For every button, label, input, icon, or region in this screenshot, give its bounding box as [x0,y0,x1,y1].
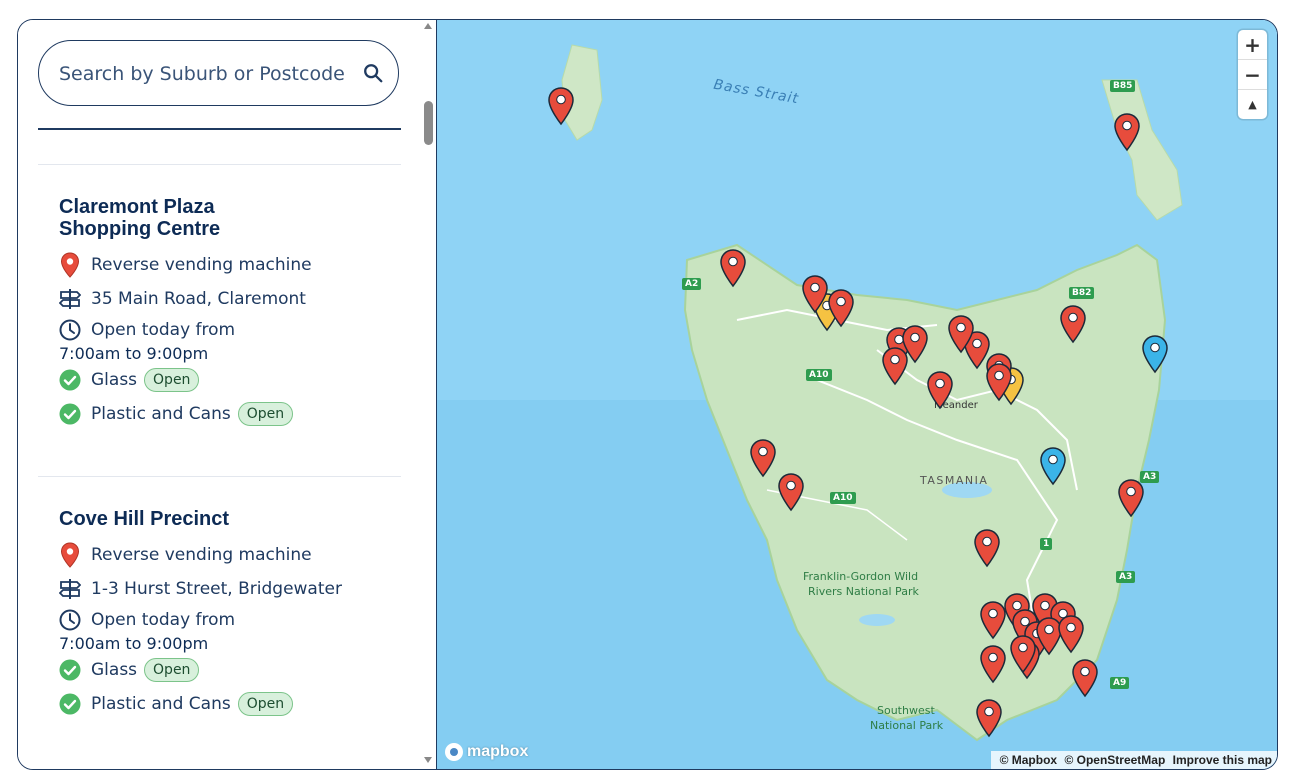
map-marker-icon[interactable] [1058,304,1088,344]
status-badge: Open [237,402,294,426]
signpost-icon [59,287,81,311]
road-shield: A10 [806,369,832,381]
material-row: Plastic and Cans Open [59,687,399,721]
search-icon[interactable] [362,62,384,84]
map-marker-icon[interactable] [1112,112,1142,152]
signpost-icon [59,577,81,601]
map[interactable]: Bass Strait TASMANIA Franklin-Gordon Wil… [437,20,1277,769]
map-marker-icon[interactable] [1038,446,1068,486]
map-marker-icon[interactable] [880,346,910,386]
status-badge: Open [144,658,200,682]
improve-map-link[interactable]: Improve this map [1173,753,1272,767]
hours-label: Open today from [91,320,236,340]
type-row: Reverse vending machine [59,248,399,282]
zoom-controls: + − ▲ [1238,30,1267,119]
zoom-out-button[interactable]: − [1238,60,1267,90]
map-marker-icon[interactable] [1140,334,1170,374]
machine-type: Reverse vending machine [91,545,312,565]
map-pin-icon [59,542,81,568]
map-marker-icon[interactable] [925,370,955,410]
check-circle-icon [59,692,81,716]
map-marker-icon[interactable] [1070,658,1100,698]
check-circle-icon [59,658,81,682]
road-shield: A10 [830,492,856,504]
app-frame: Claremont Plaza Shopping Centre Reverse … [17,19,1278,770]
clock-icon [59,608,81,632]
map-attribution: © Mapbox © OpenStreetMap Improve this ma… [990,751,1277,769]
road-shield: A9 [1110,677,1130,689]
scroll-down-arrow-icon[interactable] [424,757,432,763]
location-card[interactable]: Cove Hill Precinct Reverse vending machi… [59,508,399,721]
compass-button[interactable]: ▲ [1238,90,1267,119]
location-card[interactable]: Claremont Plaza Shopping Centre Reverse … [59,196,399,431]
address-row: 35 Main Road, Claremont [59,282,399,316]
hours-value: 7:00am to 9:00pm [59,344,209,363]
check-circle-icon [59,402,81,426]
type-row: Reverse vending machine [59,538,399,572]
list-divider [38,164,401,165]
scrollbar-thumb[interactable] [424,101,433,145]
road-shield: A3 [1116,571,1136,583]
scroll-up-arrow-icon[interactable] [424,23,432,29]
list-divider [38,476,401,477]
map-marker-icon[interactable] [946,314,976,354]
check-circle-icon [59,368,81,392]
map-marker-icon[interactable] [718,248,748,288]
status-badge: Open [237,692,294,716]
results-panel: Claremont Plaza Shopping Centre Reverse … [18,20,436,769]
machine-type: Reverse vending machine [91,255,312,275]
map-marker-icon[interactable] [984,362,1014,402]
clock-icon [59,318,81,342]
address: 1-3 Hurst Street, Bridgewater [91,579,342,599]
hours-row: Open today from [59,606,399,634]
map-marker-icon[interactable] [978,644,1008,684]
map-marker-icon[interactable] [1116,478,1146,518]
road-shield: A2 [682,278,702,290]
search-box[interactable] [38,40,399,106]
map-pin-icon [59,252,81,278]
map-label-park1-line1: Franklin-Gordon Wild [803,570,919,583]
material-label: Glass [91,660,138,680]
status-badge: Open [144,368,200,392]
road-shield: B82 [1069,287,1095,299]
map-marker-icon[interactable] [1008,634,1038,674]
material-row: Glass Open [59,653,399,687]
attribution-mapbox-link[interactable]: © Mapbox [1000,753,1058,767]
hours-value: 7:00am to 9:00pm [59,634,209,653]
map-marker-icon[interactable] [748,438,778,478]
map-marker-icon[interactable] [972,528,1002,568]
attribution-osm-link[interactable]: © OpenStreetMap [1064,753,1165,767]
map-marker-icon[interactable] [1056,614,1086,654]
mapbox-logo-icon [445,743,463,761]
location-name[interactable]: Cove Hill Precinct [59,508,399,530]
mapbox-logo[interactable]: mapbox [445,743,528,761]
map-base [437,20,1277,769]
search-divider [38,128,401,130]
location-name[interactable]: Claremont Plaza Shopping Centre [59,196,399,240]
map-marker-icon[interactable] [826,288,856,328]
address: 35 Main Road, Claremont [91,289,306,309]
map-marker-icon[interactable] [776,472,806,512]
map-marker-icon[interactable] [546,86,576,126]
map-label-park2-line2: National Park [870,719,944,732]
material-row: Glass Open [59,363,399,397]
material-label: Glass [91,370,138,390]
search-input[interactable] [57,55,351,93]
road-shield: 1 [1040,538,1053,550]
hours-label: Open today from [91,610,236,630]
mapbox-logo-text: mapbox [467,743,529,760]
hours-row: Open today from [59,316,399,344]
map-label-tasmania: TASMANIA [920,474,989,487]
map-label-park2-line1: Southwest [877,704,935,717]
map-label-park1-line2: Rivers National Park [808,585,919,598]
road-shield: B85 [1110,80,1136,92]
material-row: Plastic and Cans Open [59,397,399,431]
zoom-in-button[interactable]: + [1238,30,1267,60]
address-row: 1-3 Hurst Street, Bridgewater [59,572,399,606]
map-marker-icon[interactable] [974,698,1004,738]
material-label: Plastic and Cans [91,404,231,424]
material-label: Plastic and Cans [91,694,231,714]
